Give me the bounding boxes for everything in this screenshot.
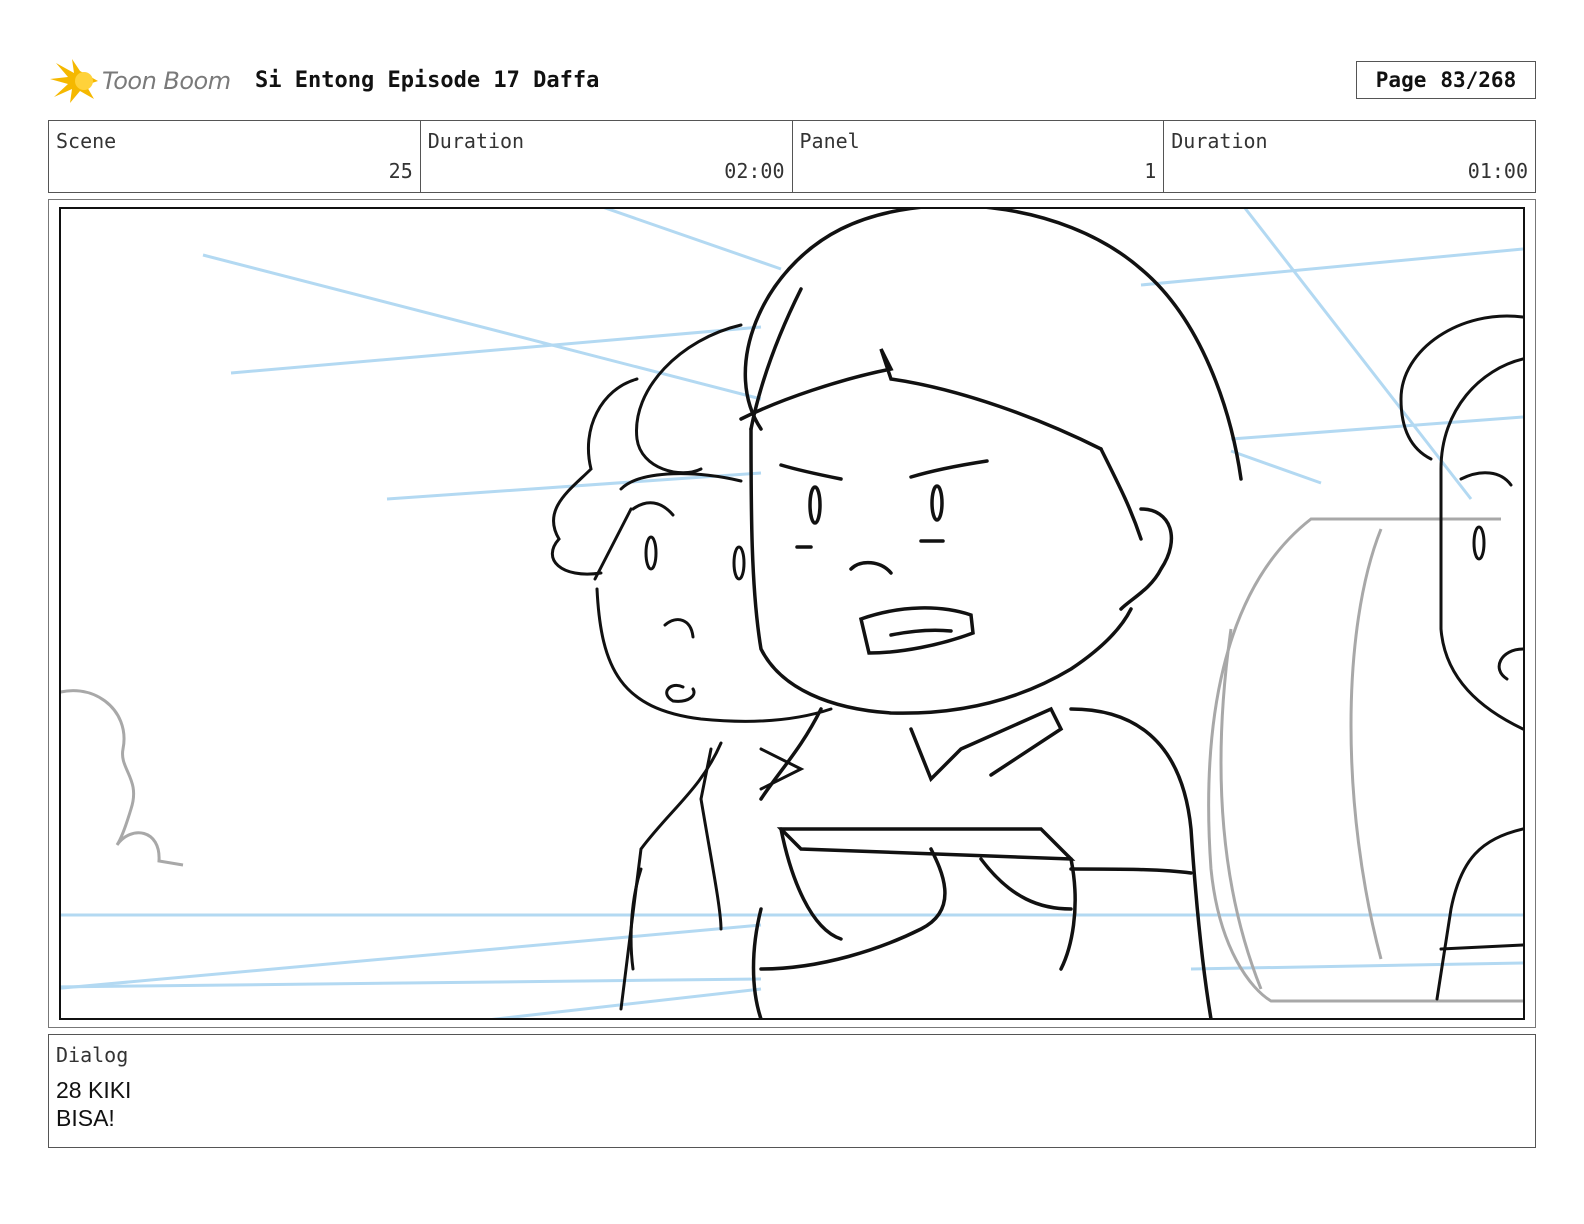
panel-cell: Panel 1: [793, 121, 1165, 192]
scene-info-table: Scene 25 Duration 02:00 Panel 1 Duration…: [48, 120, 1536, 193]
scene-cell: Scene 25: [49, 121, 421, 192]
panel-drawing-area: [59, 207, 1525, 1020]
star-burst-icon: [50, 59, 98, 103]
panel-duration-cell: Duration 01:00: [1164, 121, 1535, 192]
page-indicator: Page 83/268: [1356, 61, 1536, 99]
rough-background: [61, 517, 1523, 1003]
page-number: 83/268: [1440, 68, 1517, 92]
panel-sketch: [61, 209, 1523, 1018]
storyboard-panel: [48, 199, 1536, 1028]
storyboard-header: Toon Boom Si Entong Episode 17 Daffa Pag…: [50, 54, 1536, 106]
panel-duration-value: 01:00: [1467, 159, 1528, 183]
scene-value: 25: [388, 159, 413, 183]
logo-text: Toon Boom: [102, 67, 231, 95]
project-title: Si Entong Episode 17 Daffa: [255, 68, 600, 93]
scene-label: Scene: [56, 129, 117, 153]
dialog-line-character: 28 KIKI: [56, 1077, 132, 1103]
background-kid: [551, 323, 833, 1011]
scene-duration-label: Duration: [427, 129, 525, 153]
scene-duration-value: 02:00: [724, 159, 785, 183]
page-label: Page: [1375, 68, 1427, 92]
panel-label: Panel: [799, 129, 860, 153]
panel-duration-label: Duration: [1171, 129, 1268, 153]
scene-duration-cell: Duration 02:00: [421, 121, 793, 192]
guide-lines: [61, 209, 1523, 1018]
dialog-label: Dialog: [56, 1043, 129, 1067]
toon-boom-logo: Toon Boom: [50, 56, 231, 106]
dialog-line-text: BISA!: [56, 1105, 115, 1131]
dialog-box: Dialog 28 KIKI BISA!: [48, 1034, 1536, 1148]
panel-value: 1: [1144, 159, 1157, 183]
main-kid: [739, 209, 1243, 1018]
